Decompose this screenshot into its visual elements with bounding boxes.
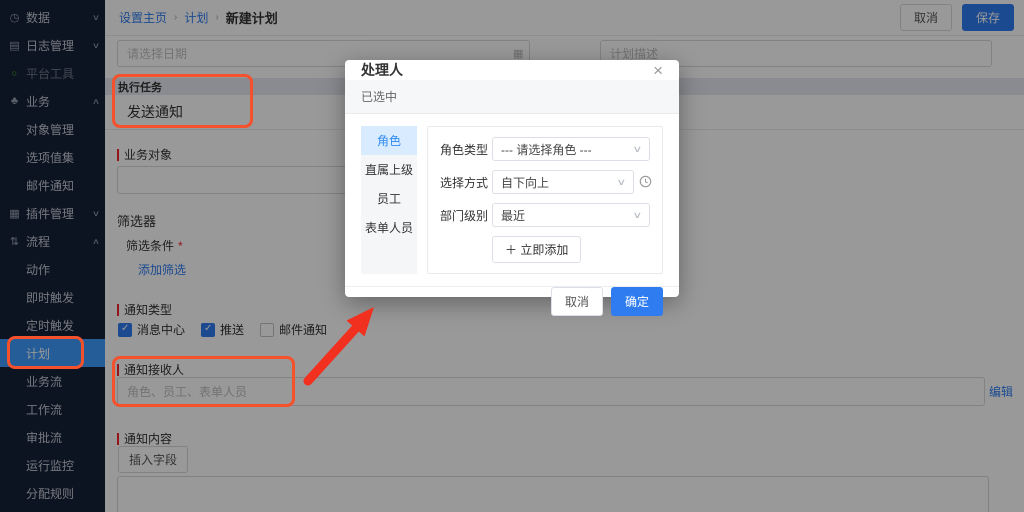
close-icon[interactable]: ×: [653, 62, 663, 79]
role-type-label: 角色类型: [440, 141, 492, 158]
modal-cancel-button[interactable]: 取消: [551, 287, 603, 316]
dept-level-label: 部门级别: [440, 207, 492, 224]
select-mode-label: 选择方式: [440, 174, 492, 191]
app-window: ◷数据∨ ▤日志管理∨ ○平台工具 ♣业务∧ 对象管理 选项值集 邮件通知 ▦插…: [0, 0, 1024, 512]
selected-label: 已选中: [345, 80, 679, 114]
help-clock-icon: [639, 175, 652, 188]
chevron-down-icon: ∨: [633, 144, 643, 155]
modal-header: 处理人 ×: [345, 60, 679, 80]
modal-confirm-button[interactable]: 确定: [611, 287, 663, 316]
tab-form-person[interactable]: 表单人员: [361, 213, 417, 242]
modal-tab-list: 角色 直属上级 员工 表单人员: [361, 126, 417, 274]
tab-role[interactable]: 角色: [361, 126, 417, 155]
modal-body: 角色 直属上级 员工 表单人员 角色类型 --- 请选择角色 ---∨ 选择方式…: [345, 114, 679, 286]
tab-direct-superior[interactable]: 直属上级: [361, 155, 417, 184]
add-now-button[interactable]: ＋ 立即添加: [492, 236, 581, 263]
chevron-down-icon: ∨: [633, 210, 643, 221]
chevron-down-icon: ∨: [617, 177, 627, 188]
modal-form-panel: 角色类型 --- 请选择角色 ---∨ 选择方式 自下向上∨ 部门级别 最近∨ …: [427, 126, 663, 274]
modal-title: 处理人: [361, 60, 403, 80]
modal-footer: 取消 确定: [345, 286, 679, 316]
handler-modal: 处理人 × 已选中 角色 直属上级 员工 表单人员 角色类型 --- 请选择角色…: [345, 60, 679, 297]
select-mode-select[interactable]: 自下向上∨: [492, 170, 634, 194]
dept-level-select[interactable]: 最近∨: [492, 203, 650, 227]
tab-employee[interactable]: 员工: [361, 184, 417, 213]
role-type-select[interactable]: --- 请选择角色 ---∨: [492, 137, 650, 161]
